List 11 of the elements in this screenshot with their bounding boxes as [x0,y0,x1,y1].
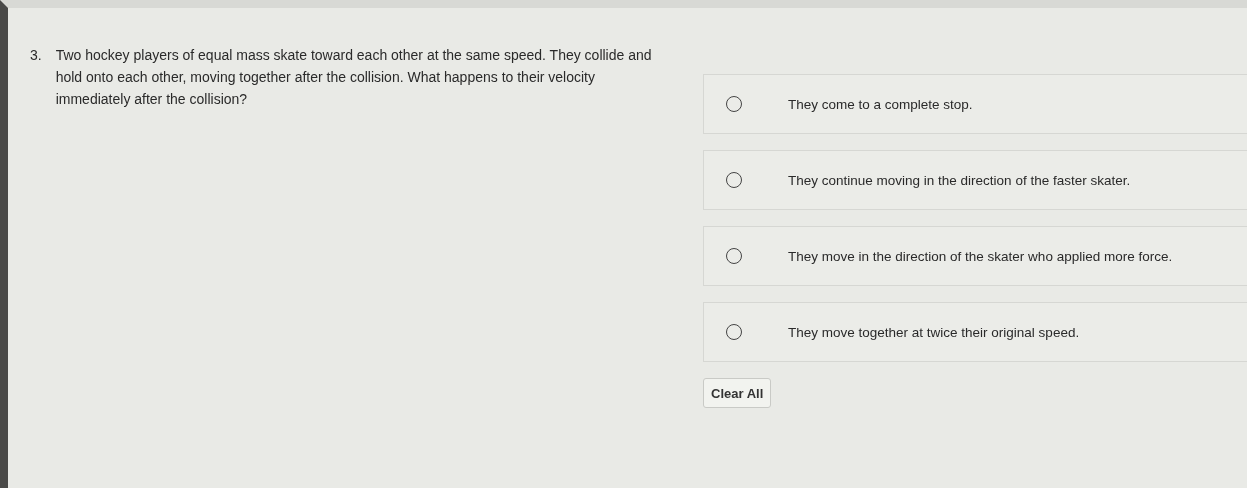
question-text: Two hockey players of equal mass skate toward each other at the same speed. They collide and hold onto each other, moving together after the collision. What happens to their velocity immediately after the collision? [55,46,653,109]
answer-option[interactable]: They move together at twice their original speed. [703,302,1247,362]
option-label: They move together at twice their original speed. [788,324,1080,340]
option-label: They continue moving in the direction of the faster skater. [788,172,1131,188]
option-label: They move in the direction of the skater who applied more force. [788,248,1173,264]
clear-all-button[interactable]: Clear All [703,378,772,408]
answer-option[interactable]: They continue moving in the direction of the faster skater. [703,150,1247,210]
answer-option[interactable]: They move in the direction of the skater who applied more force. [703,226,1247,286]
question-number: 3. [30,46,42,65]
option-label: They come to a complete stop. [788,96,973,112]
answer-option[interactable]: They come to a complete stop. [703,74,1247,134]
